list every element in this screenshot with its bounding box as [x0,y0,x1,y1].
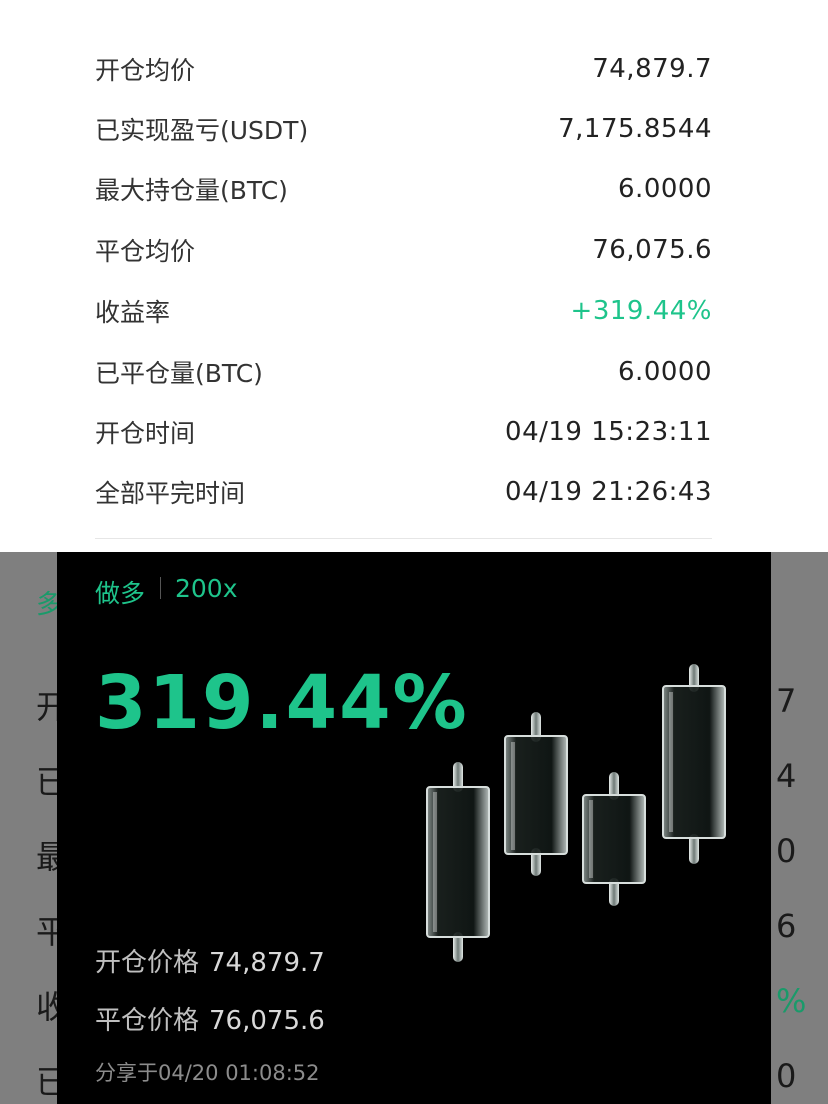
leverage: 200x [175,574,238,603]
shared-at-timestamp: 分享于04/20 01:08:52 [95,1061,320,1085]
detail-row-close-avg-price: 平仓均价 76,075.6 [95,230,712,270]
divider [95,538,712,539]
return-percent: 319.44% [95,660,469,746]
close-price-label: 平仓价格 [95,1006,200,1036]
detail-label: 已实现盈亏(USDT) [95,116,309,145]
detail-row-open-time: 开仓时间 04/19 15:23:11 [95,412,712,452]
bg-text: 0 [776,1057,797,1095]
close-price-value: 76,075.6 [209,1006,325,1036]
bg-text: 4 [776,757,797,795]
detail-label: 平仓均价 [95,237,196,266]
detail-row-realized-pnl: 已实现盈亏(USDT) 7,175.8544 [95,109,712,149]
detail-value: 6.0000 [618,357,712,387]
detail-value: +319.44% [570,296,712,326]
bg-text: 0 [776,832,797,870]
position-direction: 做多 [95,579,146,608]
detail-value: 76,075.6 [592,235,712,265]
bg-text: % [776,982,807,1020]
detail-row-max-position: 最大持仓量(BTC) 6.0000 [95,169,712,209]
candle-1 [426,762,490,962]
detail-label: 开仓时间 [95,419,196,448]
close-price-line: 平仓价格 76,075.6 [95,1000,325,1037]
candle-4 [662,664,726,864]
detail-value: 7,175.8544 [558,114,712,144]
separator [160,577,161,599]
detail-value: 04/19 15:23:11 [505,417,712,447]
bg-text: 7 [776,682,797,720]
detail-row-closed-volume: 已平仓量(BTC) 6.0000 [95,352,712,392]
detail-label: 收益率 [95,298,171,327]
detail-row-return-rate: 收益率 +319.44% [95,291,712,331]
open-price-line: 开仓价格 74,879.7 [95,942,325,979]
open-price-value: 74,879.7 [209,948,325,978]
pnl-share-card: 做多 200x 319.44% 开仓价格 74,879.7 平仓价格 76,07… [57,552,771,1104]
detail-label: 已平仓量(BTC) [95,359,263,388]
bg-text: 6 [776,907,797,945]
detail-label: 开仓均价 [95,56,196,85]
glass-candlesticks-illustration [426,664,726,962]
candle-2 [504,712,568,876]
detail-value: 04/19 21:26:43 [505,477,712,507]
detail-row-open-avg-price: 开仓均价 74,879.7 [95,49,712,89]
detail-value: 6.0000 [618,174,712,204]
detail-value: 74,879.7 [592,54,712,84]
candle-3 [582,772,646,906]
detail-row-full-close-time: 全部平完时间 04/19 21:26:43 [95,472,712,512]
position-detail-panel: 开仓均价 74,879.7 已实现盈亏(USDT) 7,175.8544 最大持… [0,0,828,552]
open-price-label: 开仓价格 [95,948,200,978]
detail-label: 最大持仓量(BTC) [95,176,288,205]
detail-label: 全部平完时间 [95,479,246,508]
